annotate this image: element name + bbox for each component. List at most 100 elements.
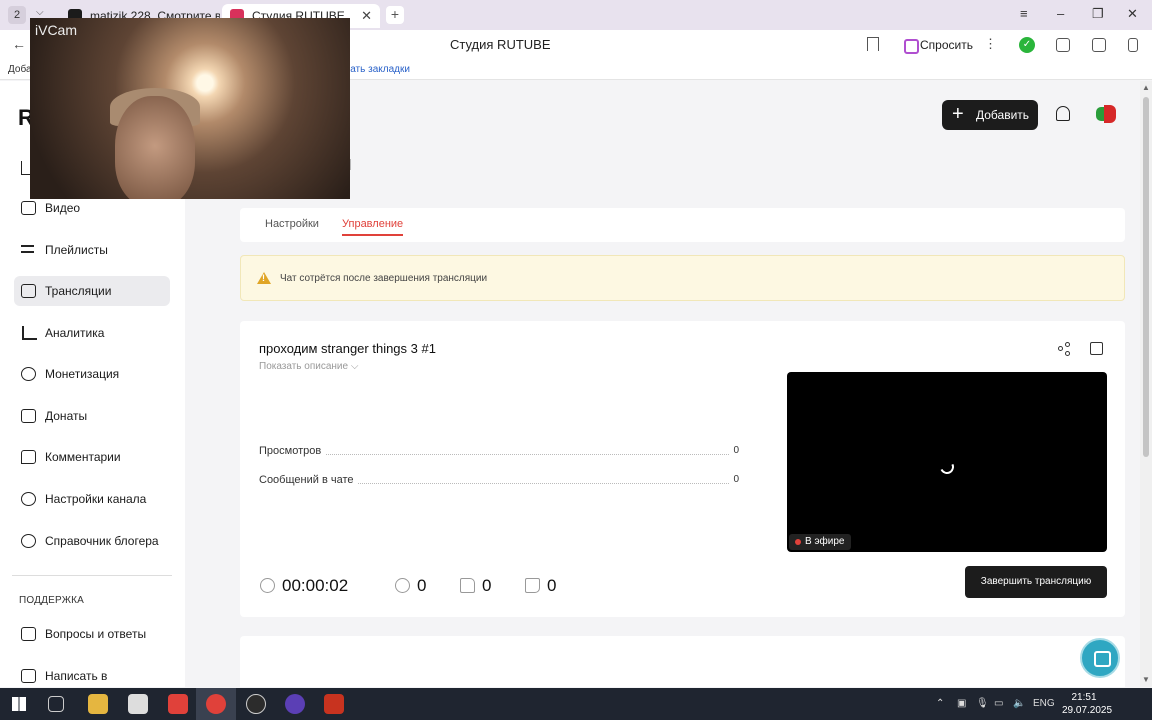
stat-value: 0 [729, 474, 739, 485]
stat-label: Сообщений в чате [259, 474, 358, 486]
page-title-in-addressbar[interactable]: Студия RUTUBE [450, 37, 551, 52]
sidebar-item-broadcasts[interactable]: Трансляции [14, 276, 170, 306]
download-icon[interactable] [1128, 38, 1138, 52]
sidebar-item-label: Плейлисты [45, 243, 108, 257]
stream-title: проходим stranger things 3 #1 [259, 341, 436, 356]
sidebar-item-blogger-guide[interactable]: Справочник блогера [14, 526, 170, 556]
sidebar-item-donations[interactable]: Донаты [14, 401, 170, 431]
thumbs-down-icon [525, 578, 540, 593]
restore-icon[interactable]: ❐ [1092, 6, 1104, 22]
sidebar-item-comments[interactable]: Комментарии [14, 442, 170, 472]
language-indicator[interactable]: ENG [1033, 698, 1055, 709]
app-icon[interactable] [285, 694, 305, 714]
network-icon[interactable]: ▭ [994, 698, 1003, 709]
stream-card: проходим stranger things 3 #1 Показать о… [240, 321, 1125, 617]
scroll-down-icon[interactable]: ▼ [1142, 675, 1150, 684]
close-window-icon[interactable]: ✕ [1127, 6, 1138, 22]
scroll-up-icon[interactable]: ▲ [1142, 83, 1150, 92]
sidebar-item-label: Видео [45, 201, 81, 215]
sidebar-item-label: Написать в поддержку [45, 669, 108, 683]
avatar[interactable] [1096, 105, 1116, 125]
mail-icon [21, 669, 36, 683]
end-stream-button[interactable]: Завершить трансляцию [965, 566, 1107, 598]
page-scrollbar[interactable]: ▲ ▼ [1140, 81, 1152, 687]
obs-icon[interactable] [246, 694, 266, 714]
secondary-card [240, 636, 1125, 687]
sidebar-item-analytics[interactable]: Аналитика [14, 318, 170, 348]
tab-management[interactable]: Управление [342, 218, 404, 236]
help-chat-button[interactable] [1080, 638, 1120, 678]
tray-app-icon[interactable]: ▣ [957, 698, 966, 709]
clock-icon [260, 578, 275, 593]
sidebar-item-channel-settings[interactable]: Настройки канала [14, 484, 170, 514]
sidebar-item-label: Вопросы и ответы [45, 627, 147, 641]
sidebar-item-faq[interactable]: Вопросы и ответы [14, 619, 170, 649]
ruble-icon [21, 367, 36, 381]
warning-banner: Чат сотрётся после завершения трансляции [240, 255, 1125, 301]
clock[interactable]: 21:51 29.07.2025 [1062, 691, 1113, 717]
volume-icon[interactable]: 🔈 [1013, 698, 1025, 709]
duration-value: 00:00:02 [282, 576, 349, 595]
tab-settings[interactable]: Настройки [265, 218, 319, 234]
webcam-face [115, 96, 195, 199]
sidebar-item-monetization[interactable]: Монетизация [14, 359, 170, 389]
likes-value: 0 [482, 576, 492, 595]
playlist-icon [21, 243, 36, 257]
sidebar-item-playlists[interactable]: Плейлисты [14, 235, 170, 265]
ivcam-icon[interactable] [324, 694, 344, 714]
yandex-icon[interactable] [206, 694, 226, 714]
sidebar-item-label: Настройки канала [45, 492, 147, 506]
open-external-icon[interactable] [1090, 342, 1103, 355]
back-arrow-icon[interactable]: ← [12, 36, 26, 52]
tab-count-badge[interactable]: 2 [8, 6, 26, 24]
likes-metric: 0 [460, 576, 491, 596]
scrollbar-thumb[interactable] [1143, 97, 1149, 457]
video-player[interactable]: В эфире [787, 372, 1107, 552]
webcam-overlay[interactable]: iVCam [30, 18, 350, 199]
task-view-icon[interactable] [48, 696, 64, 712]
extension-icon[interactable] [1056, 38, 1070, 52]
support-section-title: ПОДДЕРЖКА [19, 595, 85, 606]
sidebar-item-write-support[interactable]: Написать в поддержку [14, 661, 170, 687]
minimize-icon[interactable]: – [1057, 6, 1064, 21]
extension-check-icon[interactable]: ✓ [1019, 37, 1035, 53]
viewers-metric: 0 [395, 576, 426, 596]
sidebar-item-label: Комментарии [45, 450, 121, 464]
file-explorer-icon[interactable] [88, 694, 108, 714]
sidebar-item-label: Донаты [45, 409, 88, 423]
bookmark-icon[interactable] [867, 37, 879, 51]
new-tab-button[interactable]: + [386, 6, 404, 24]
live-badge: В эфире [789, 534, 851, 550]
tabs-dropdown-icon[interactable]: ⌵ [36, 7, 44, 18]
duration-metric: 00:00:02 [260, 576, 348, 596]
mail-app-icon[interactable] [128, 694, 148, 714]
browser-menu-icon[interactable]: ≡ [1020, 6, 1028, 21]
warning-icon [257, 272, 271, 284]
gear-icon [21, 492, 36, 506]
sidebar-item-label: Справочник блогера [45, 534, 159, 548]
stat-chat-messages: Сообщений в чате 0 [259, 474, 739, 490]
extension-icon[interactable] [1092, 38, 1106, 52]
more-options-icon[interactable]: ⋮ [984, 36, 997, 52]
add-button[interactable]: Добавить [942, 99, 1038, 130]
bookmarks-import-link[interactable]: вать закладки [345, 64, 410, 75]
sidebar-item-label: Монетизация [45, 367, 120, 381]
microphone-icon[interactable]: 🎙 [976, 698, 989, 709]
windows-start-icon[interactable] [12, 697, 26, 711]
share-icon[interactable] [1058, 342, 1072, 356]
tab-close-icon[interactable]: ✕ [361, 4, 372, 28]
date: 29.07.2025 [1062, 705, 1113, 716]
bell-icon[interactable] [1056, 106, 1070, 121]
comments-icon [21, 450, 36, 464]
ask-alice-button[interactable]: Спросить [902, 35, 973, 55]
viewers-value: 0 [417, 576, 427, 595]
tray-expand-icon[interactable]: ⌃ [936, 698, 944, 709]
sidebar-item-label: Аналитика [45, 326, 105, 340]
show-description-toggle[interactable]: Показать описание ⌵ [259, 361, 358, 372]
yandex-browser-icon[interactable] [168, 694, 188, 714]
stat-views: Просмотров 0 [259, 445, 739, 461]
broadcast-icon [21, 284, 36, 298]
compass-icon [21, 534, 36, 548]
windows-taskbar: ⌃ ▣ 🎙 ▭ 🔈 ENG 21:51 29.07.2025 [0, 688, 1152, 720]
sidebar-divider [12, 575, 172, 576]
